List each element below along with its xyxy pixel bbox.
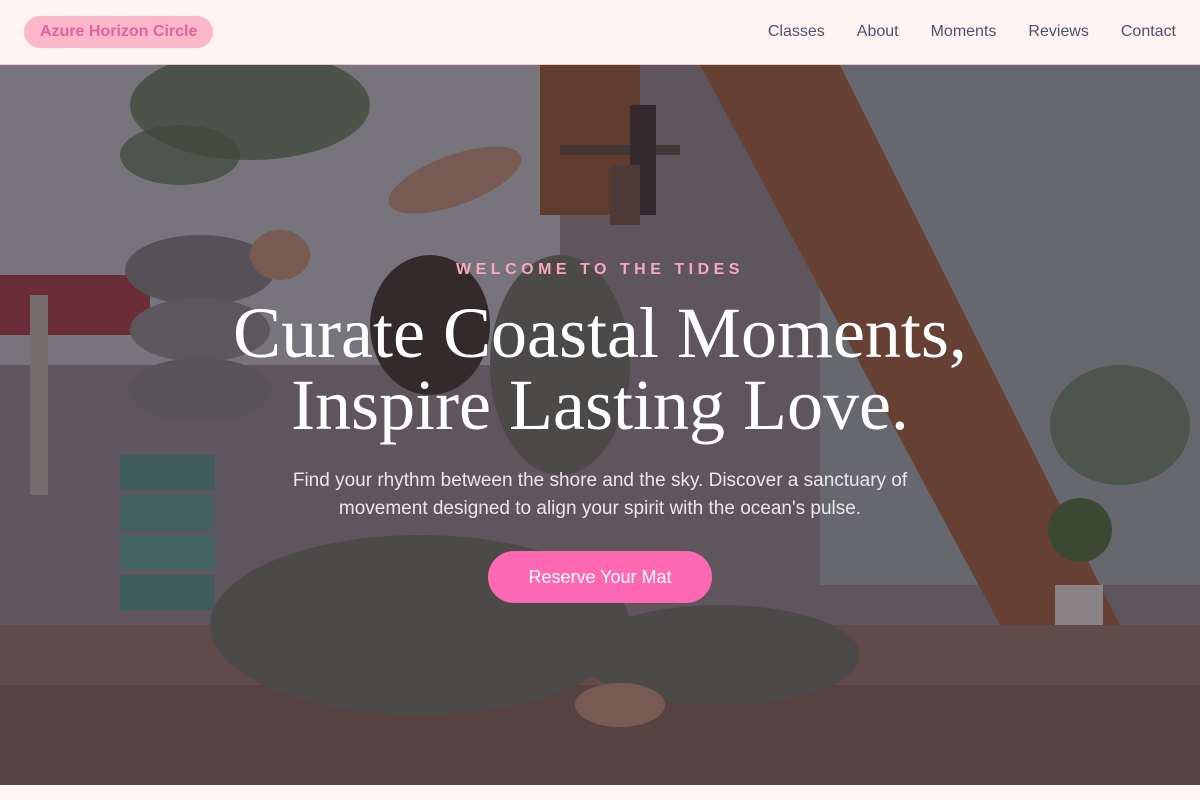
hero-section: WELCOME TO THE TIDES Curate Coastal Mome… — [0, 65, 1200, 785]
reserve-mat-button[interactable]: Reserve Your Mat — [488, 551, 712, 603]
hero-eyebrow: WELCOME TO THE TIDES — [456, 261, 744, 278]
brand-logo[interactable]: Azure Horizon Circle — [24, 16, 214, 48]
headline-line-1: Curate Coastal Moments, — [233, 293, 967, 373]
nav-link-classes[interactable]: Classes — [768, 23, 825, 41]
page-bottom-edge — [0, 785, 1200, 800]
nav-link-contact[interactable]: Contact — [1121, 23, 1176, 41]
hero-headline: Curate Coastal Moments, Inspire Lasting … — [150, 297, 1050, 441]
site-header: Azure Horizon Circle Classes About Momen… — [0, 0, 1200, 65]
nav-link-reviews[interactable]: Reviews — [1028, 23, 1088, 41]
nav-link-moments[interactable]: Moments — [931, 23, 997, 41]
main-nav: Classes About Moments Reviews Contact — [768, 23, 1176, 41]
hero-subtext: Find your rhythm between the shore and t… — [292, 470, 908, 519]
hero-content: WELCOME TO THE TIDES Curate Coastal Mome… — [0, 65, 1200, 785]
nav-link-about[interactable]: About — [857, 23, 899, 41]
headline-line-2: Inspire Lasting Love. — [291, 365, 909, 445]
